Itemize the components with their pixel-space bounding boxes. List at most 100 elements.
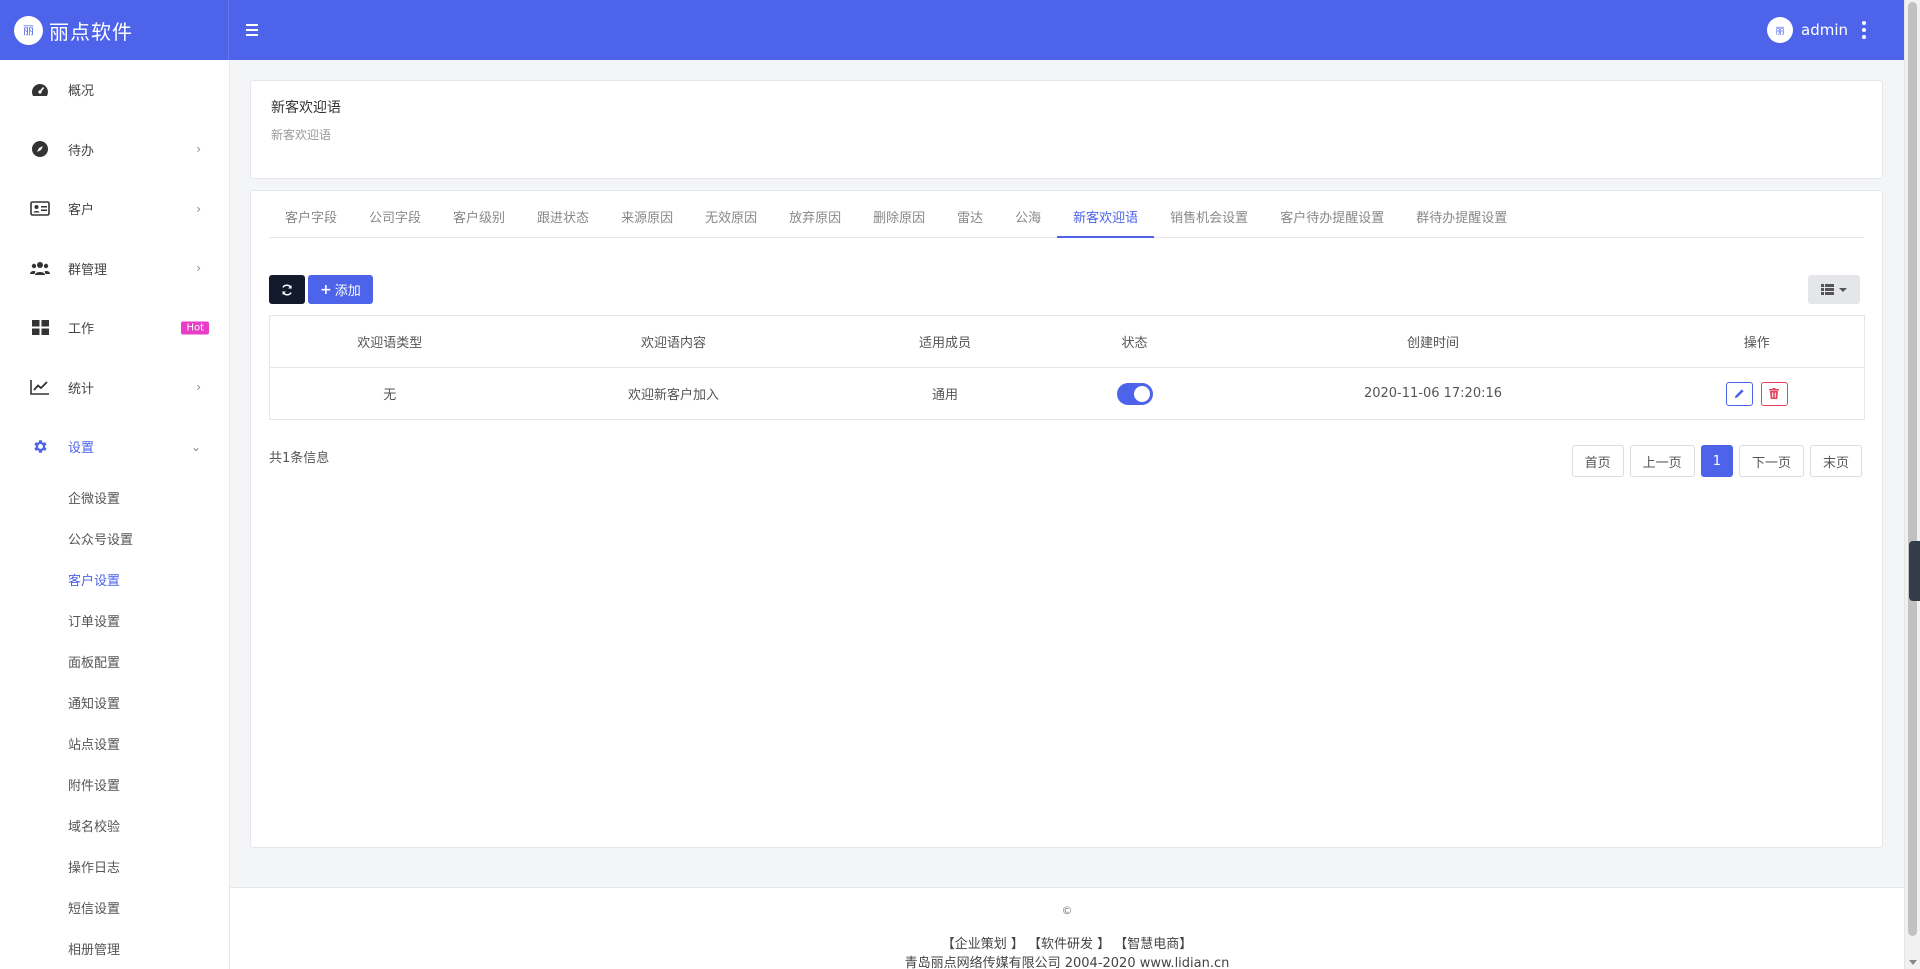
cell-content: 欢迎新客户加入 bbox=[509, 367, 838, 420]
top-header: 丽 丽点软件 丽 admin bbox=[0, 0, 1904, 60]
page-scrollbar[interactable] bbox=[1904, 0, 1920, 969]
grid-icon bbox=[30, 318, 50, 338]
footer: © 【企业策划 】 【软件研发 】 【智慧电商】 青岛丽点网络传媒有限公司 20… bbox=[230, 887, 1904, 969]
column-toggle-button[interactable] bbox=[1808, 275, 1860, 304]
edit-button[interactable] bbox=[1725, 381, 1753, 406]
tab-customer-fields[interactable]: 客户字段 bbox=[269, 205, 353, 238]
tab-radar[interactable]: 雷达 bbox=[941, 205, 999, 238]
list-icon bbox=[1821, 284, 1834, 295]
cell-status bbox=[1052, 367, 1217, 420]
page-next-button[interactable]: 下一页 bbox=[1738, 445, 1804, 477]
tab-company-fields[interactable]: 公司字段 bbox=[353, 205, 437, 238]
column-header[interactable]: 欢迎语内容 bbox=[509, 315, 838, 368]
refresh-button[interactable] bbox=[269, 275, 305, 304]
column-header[interactable]: 创建时间 bbox=[1216, 315, 1650, 368]
tab-follow-status[interactable]: 跟进状态 bbox=[521, 205, 605, 238]
users-icon bbox=[30, 258, 50, 278]
plus-icon: + bbox=[320, 281, 332, 298]
avatar-text: 丽 bbox=[1775, 26, 1785, 37]
column-header[interactable]: 适用成员 bbox=[837, 315, 1053, 368]
sidebar: 概况 待办 › 客户 › 群管理 › 工作 Hot 统计 › 设置 ⌄ 企微设置… bbox=[0, 60, 230, 969]
sidebar-item-label: 待办 bbox=[68, 143, 95, 159]
sidebar-item-label: 工作 bbox=[68, 322, 95, 338]
column-header[interactable]: 欢迎语类型 bbox=[269, 315, 510, 368]
brand-logo-text: 丽 bbox=[23, 24, 34, 37]
total-count: 共1条信息 bbox=[269, 451, 330, 466]
tab-welcome-message[interactable]: 新客欢迎语 bbox=[1057, 205, 1155, 238]
brand-name: 丽点软件 bbox=[49, 19, 133, 44]
settings-tabs: 客户字段 公司字段 客户级别 跟进状态 来源原因 无效原因 放弃原因 删除原因 … bbox=[269, 205, 1864, 238]
compass-icon bbox=[30, 139, 50, 159]
sidebar-subitem-attachments[interactable]: 附件设置 bbox=[0, 764, 229, 805]
tab-customer-todo-reminder[interactable]: 客户待办提醒设置 bbox=[1264, 205, 1400, 238]
chevron-right-icon: › bbox=[196, 201, 201, 216]
sidebar-subitem-customer-settings[interactable]: 客户设置 bbox=[0, 559, 229, 600]
menu-toggle-icon[interactable] bbox=[246, 19, 264, 41]
add-button[interactable]: + 添加 bbox=[308, 275, 373, 304]
sidebar-subitem-albums[interactable]: 相册管理 bbox=[0, 928, 229, 969]
brand-logo: 丽 bbox=[14, 15, 43, 45]
column-header[interactable]: 状态 bbox=[1052, 315, 1217, 368]
tab-public-pool[interactable]: 公海 bbox=[999, 205, 1057, 238]
tab-source-reason[interactable]: 来源原因 bbox=[605, 205, 689, 238]
page-first-button[interactable]: 首页 bbox=[1571, 445, 1624, 477]
refresh-icon bbox=[282, 284, 292, 295]
sidebar-item-settings[interactable]: 设置 ⌄ bbox=[0, 417, 229, 477]
table-row: 无 欢迎新客户加入 通用 2020-11-06 17:20:16 bbox=[269, 367, 1865, 420]
welcome-table: 欢迎语类型 欢迎语内容 适用成员 状态 创建时间 操作 无 欢迎新客户加入 通用… bbox=[269, 315, 1865, 420]
sidebar-item-groups[interactable]: 群管理 › bbox=[0, 239, 229, 299]
sidebar-item-customer[interactable]: 客户 › bbox=[0, 179, 229, 239]
trash-icon bbox=[1769, 388, 1780, 399]
sidebar-item-work[interactable]: 工作 Hot bbox=[0, 298, 229, 358]
chevron-right-icon: › bbox=[196, 142, 201, 157]
sidebar-item-label: 群管理 bbox=[68, 262, 108, 278]
sidebar-item-label: 概况 bbox=[68, 84, 95, 100]
pencil-icon bbox=[1734, 389, 1744, 399]
scroll-down-arrow-icon[interactable] bbox=[1909, 960, 1917, 965]
sidebar-subitem-official-account[interactable]: 公众号设置 bbox=[0, 518, 229, 559]
sidebar-subitem-site[interactable]: 站点设置 bbox=[0, 723, 229, 764]
sidebar-subitem-sms[interactable]: 短信设置 bbox=[0, 887, 229, 928]
side-handle[interactable] bbox=[1909, 541, 1920, 601]
cell-actions bbox=[1649, 367, 1865, 420]
hot-badge: Hot bbox=[181, 321, 209, 335]
sidebar-item-overview[interactable]: 概况 bbox=[0, 60, 229, 120]
sidebar-item-stats[interactable]: 统计 › bbox=[0, 358, 229, 418]
dashboard-icon bbox=[30, 80, 50, 100]
tab-sales-opportunity[interactable]: 销售机会设置 bbox=[1154, 205, 1264, 238]
sidebar-subitem-notifications[interactable]: 通知设置 bbox=[0, 682, 229, 723]
sidebar-subitem-wecom[interactable]: 企微设置 bbox=[0, 477, 229, 518]
tab-delete-reason[interactable]: 删除原因 bbox=[857, 205, 941, 238]
tab-group-todo-reminder[interactable]: 群待办提醒设置 bbox=[1400, 205, 1523, 238]
status-toggle[interactable] bbox=[1116, 382, 1153, 405]
table-header-row: 欢迎语类型 欢迎语内容 适用成员 状态 创建时间 操作 bbox=[269, 315, 1865, 368]
user-menu[interactable]: 丽 admin bbox=[1767, 17, 1866, 43]
page-prev-button[interactable]: 上一页 bbox=[1629, 445, 1695, 477]
page-current-button[interactable]: 1 bbox=[1700, 445, 1733, 477]
pagination: 首页 上一页 1 下一页 末页 bbox=[1571, 445, 1862, 477]
sidebar-subitem-panel[interactable]: 面板配置 bbox=[0, 641, 229, 682]
add-button-label: 添加 bbox=[334, 284, 361, 299]
sidebar-item-label: 设置 bbox=[68, 441, 95, 457]
sidebar-subitem-domain-verify[interactable]: 域名校验 bbox=[0, 805, 229, 846]
sidebar-item-todo[interactable]: 待办 › bbox=[0, 120, 229, 180]
delete-button[interactable] bbox=[1760, 381, 1788, 406]
page-header-card: 新客欢迎语 新客欢迎语 bbox=[250, 80, 1883, 179]
user-name: admin bbox=[1801, 21, 1848, 39]
footer-links[interactable]: 【企业策划 】 【软件研发 】 【智慧电商】 bbox=[230, 933, 1904, 952]
page-last-button[interactable]: 末页 bbox=[1809, 445, 1862, 477]
copyright-symbol: © bbox=[1061, 904, 1073, 917]
scrollbar-thumb[interactable] bbox=[1908, 2, 1917, 936]
page-title: 新客欢迎语 bbox=[271, 100, 341, 116]
sidebar-item-label: 客户 bbox=[68, 203, 95, 219]
more-vertical-icon[interactable] bbox=[1862, 21, 1866, 39]
cell-type: 无 bbox=[269, 367, 510, 420]
tab-invalid-reason[interactable]: 无效原因 bbox=[689, 205, 773, 238]
sidebar-subitem-orders[interactable]: 订单设置 bbox=[0, 600, 229, 641]
tab-abandon-reason[interactable]: 放弃原因 bbox=[773, 205, 857, 238]
brand[interactable]: 丽 丽点软件 bbox=[0, 0, 229, 60]
sidebar-subitem-operation-log[interactable]: 操作日志 bbox=[0, 846, 229, 887]
chevron-right-icon: › bbox=[196, 380, 201, 395]
tab-customer-level[interactable]: 客户级别 bbox=[437, 205, 521, 238]
caret-down-icon bbox=[1839, 287, 1847, 292]
